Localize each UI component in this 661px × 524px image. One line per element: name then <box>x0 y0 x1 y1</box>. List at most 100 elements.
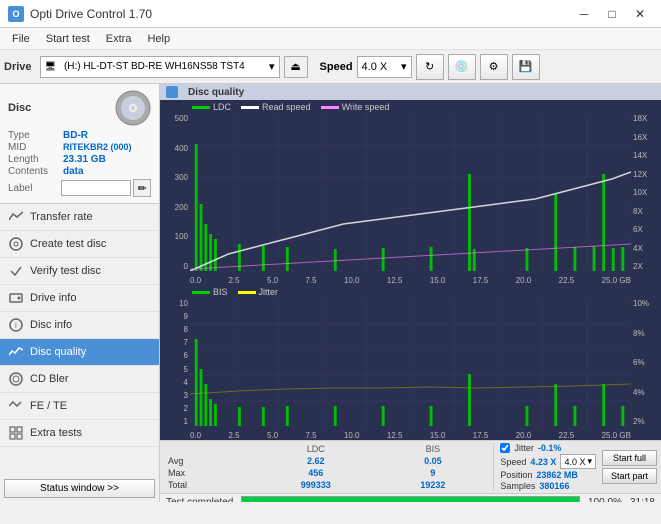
sidebar-item-label: Disc quality <box>30 346 86 358</box>
eject-button[interactable]: ⏏ <box>284 56 308 78</box>
x-0: 0.0 <box>190 276 201 285</box>
sidebar-item-drive-info[interactable]: Drive info <box>0 285 159 312</box>
by-5: 5 <box>160 365 188 374</box>
sidebar-item-transfer-rate[interactable]: Transfer rate <box>0 204 159 231</box>
bx-50: 5.0 <box>267 431 278 440</box>
total-label: Total <box>164 479 253 491</box>
menu-extra[interactable]: Extra <box>98 31 140 47</box>
by-right-6: 6% <box>633 358 661 367</box>
sidebar-item-extra-tests[interactable]: Extra tests <box>0 420 159 447</box>
disc-label-row: Label ✏ <box>8 179 151 197</box>
avg-bis: 0.05 <box>378 455 487 467</box>
menu-start-test[interactable]: Start test <box>38 31 98 47</box>
disc-icon: 💿 <box>455 60 469 73</box>
start-full-button[interactable]: Start full <box>602 450 657 466</box>
by-10: 10 <box>160 299 188 308</box>
save-icon: 💾 <box>519 60 533 73</box>
content-area: Disc quality LDC Read speed Write speed <box>160 84 661 502</box>
disc-length-value: 23.31 GB <box>63 154 106 165</box>
start-part-button[interactable]: Start part <box>602 468 657 484</box>
sidebar-item-disc-info[interactable]: i Disc info <box>0 312 159 339</box>
by-right-10: 10% <box>633 299 661 308</box>
stats-avg-row: Avg 2.62 0.05 <box>164 455 487 467</box>
close-button[interactable]: ✕ <box>627 4 653 24</box>
by-right-8: 8% <box>633 329 661 338</box>
x-25: 2.5 <box>228 276 239 285</box>
y-label-300: 300 <box>160 173 188 182</box>
top-chart-panel: LDC Read speed Write speed 500 400 300 2… <box>160 100 661 285</box>
jitter-checkbox[interactable] <box>500 443 510 453</box>
by-right-2: 2% <box>633 417 661 426</box>
refresh-button[interactable]: ↻ <box>416 54 444 80</box>
stats-total-row: Total 999333 19232 <box>164 479 487 491</box>
progress-bar-outer <box>241 496 580 502</box>
disc-mid-value: RITEKBR2 (000) <box>63 142 132 152</box>
status-text: Test completed <box>166 497 233 503</box>
bx-25: 2.5 <box>228 431 239 440</box>
disc-panel-header: Disc <box>8 90 151 126</box>
label-edit-button[interactable]: ✏ <box>133 179 151 197</box>
by-6: 6 <box>160 351 188 360</box>
bx-0: 0.0 <box>190 431 201 440</box>
by-1: 1 <box>160 417 188 426</box>
bx-100: 10.0 <box>344 431 360 440</box>
y-right-12x: 12X <box>633 170 661 179</box>
main-layout: Disc Type BD-R MID RITEKBR2 (000) Length… <box>0 84 661 502</box>
disc-button[interactable]: 💿 <box>448 54 476 80</box>
x-250: 25.0 GB <box>602 276 631 285</box>
menubar: File Start test Extra Help <box>0 28 661 50</box>
bx-175: 17.5 <box>473 431 489 440</box>
jitter-label: Jitter <box>514 443 534 453</box>
disc-contents-value: data <box>63 166 84 177</box>
disc-info-icon: i <box>8 317 24 333</box>
disc-length-row: Length 23.31 GB <box>8 154 151 165</box>
disc-length-label: Length <box>8 154 63 165</box>
disc-panel: Disc Type BD-R MID RITEKBR2 (000) Length… <box>0 84 159 204</box>
speed-row: Speed 4.23 X 4.0 X ▾ <box>500 454 596 469</box>
disc-mid-row: MID RITEKBR2 (000) <box>8 142 151 153</box>
samples-label: Samples <box>500 481 535 491</box>
status-time: 31:18 <box>630 497 655 503</box>
by-4: 4 <box>160 378 188 387</box>
by-right-4: 4% <box>633 388 661 397</box>
sidebar-item-cd-bler[interactable]: CD Bler <box>0 366 159 393</box>
chart-header: Disc quality <box>160 84 661 100</box>
sidebar-item-verify-test-disc[interactable]: Verify test disc <box>0 258 159 285</box>
legend-ldc: LDC <box>192 102 231 112</box>
cd-bler-icon <box>8 371 24 387</box>
y-right-4x: 4X <box>633 244 661 253</box>
disc-label-input[interactable] <box>61 180 131 196</box>
y-label-500: 500 <box>160 114 188 123</box>
y-label-400: 400 <box>160 144 188 153</box>
maximize-button[interactable]: □ <box>599 4 625 24</box>
speed-stat-select[interactable]: 4.0 X ▾ <box>560 454 596 469</box>
bottom-chart-svg <box>190 299 631 426</box>
sidebar-item-label: Transfer rate <box>30 211 93 223</box>
sidebar-item-create-test-disc[interactable]: Create test disc <box>0 231 159 258</box>
bx-125: 12.5 <box>387 431 403 440</box>
progress-percent: 100.0% <box>588 497 622 503</box>
bottom-y-axis-right: 10% 8% 6% 4% 2% <box>631 299 661 426</box>
sidebar-item-label: Verify test disc <box>30 265 101 277</box>
speed-stat-select-value: 4.0 X <box>564 457 585 467</box>
sidebar-item-disc-quality[interactable]: Disc quality <box>0 339 159 366</box>
y-right-14x: 14X <box>633 151 661 160</box>
drive-select-text: (H:) HL-DT-ST BD-RE WH16NS58 TST4 <box>64 61 265 72</box>
speed-select[interactable]: 4.0 X ▾ <box>357 56 412 78</box>
settings-button[interactable]: ⚙ <box>480 54 508 80</box>
sidebar-item-fe-te[interactable]: FE / TE <box>0 393 159 420</box>
pencil-icon: ✏ <box>138 182 147 195</box>
save-button[interactable]: 💾 <box>512 54 540 80</box>
legend-read-label: Read speed <box>262 102 311 112</box>
by-7: 7 <box>160 338 188 347</box>
statusbar: Test completed 100.0% 31:18 <box>160 493 661 502</box>
disc-contents-label: Contents <box>8 166 63 177</box>
chart-title: Disc quality <box>188 87 244 98</box>
titlebar-left: O Opti Drive Control 1.70 <box>8 6 152 22</box>
menu-file[interactable]: File <box>4 31 38 47</box>
drive-select[interactable]: 🖥 (H:) HL-DT-ST BD-RE WH16NS58 TST4 ▾ <box>40 56 280 78</box>
menu-help[interactable]: Help <box>139 31 178 47</box>
status-window-button[interactable]: Status window >> <box>4 479 155 498</box>
minimize-button[interactable]: ─ <box>571 4 597 24</box>
x-175: 17.5 <box>473 276 489 285</box>
